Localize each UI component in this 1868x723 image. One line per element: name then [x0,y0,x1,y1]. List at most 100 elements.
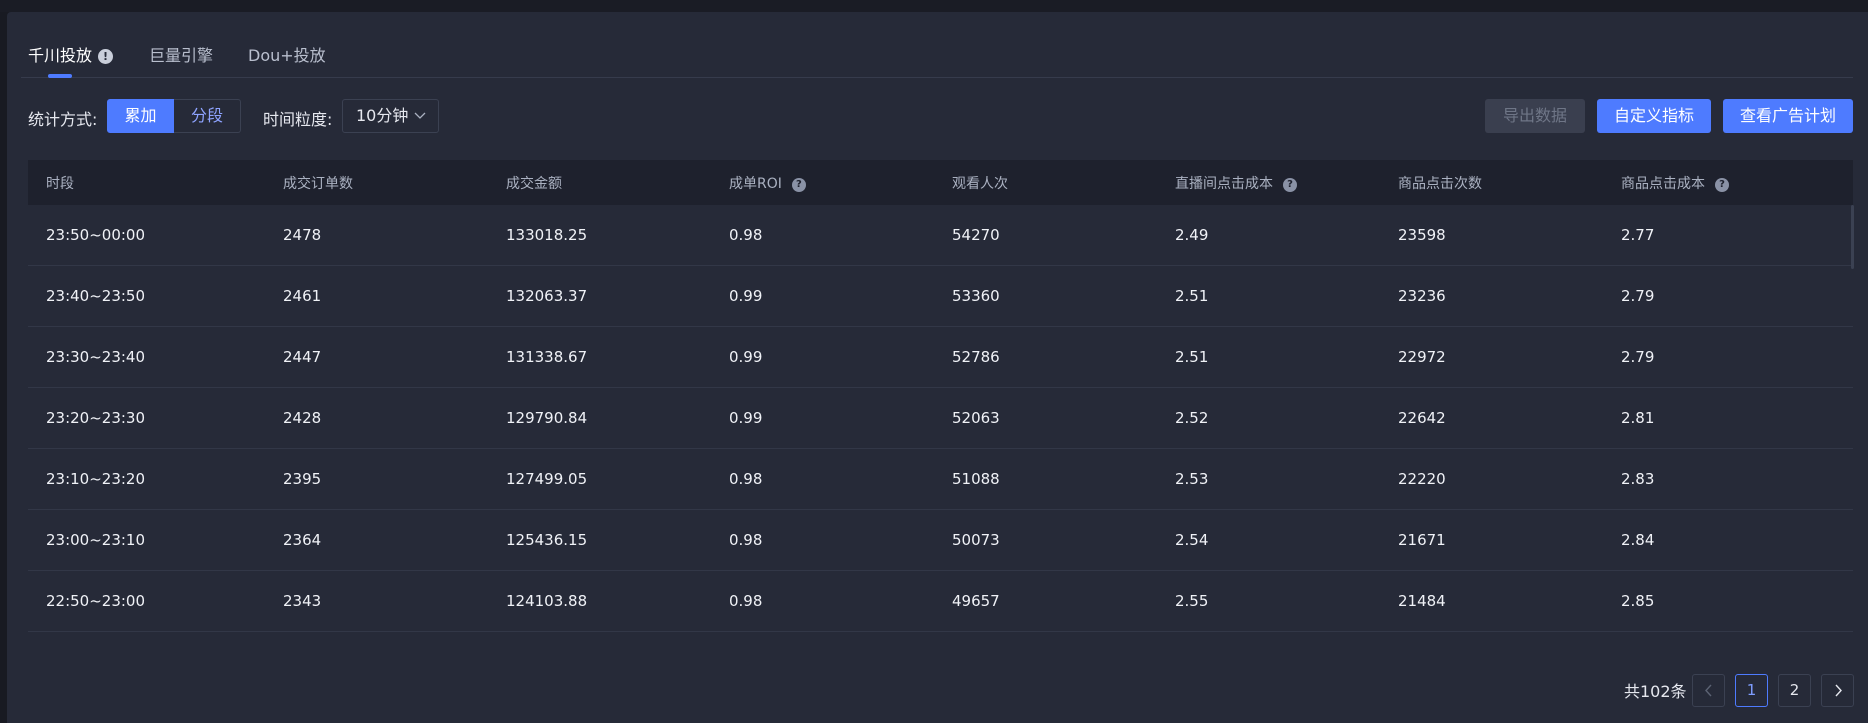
table-cell: 0.98 [729,226,763,244]
table-cell: 52063 [952,409,1000,427]
table-cell: 2395 [283,470,322,488]
table-cell: 2.49 [1175,226,1209,244]
chevron-down-icon [414,100,426,144]
table-cell: 0.99 [729,348,763,366]
table-cell: 53360 [952,287,1000,305]
stat-mode-switch: 累加 分段 [107,99,241,133]
table-cell: 23:00~23:10 [46,531,146,549]
table-cell: 2.55 [1175,592,1209,610]
column-header: 商品点击次数 [1398,175,1482,192]
table-cell: 23:20~23:30 [46,409,146,427]
table-row: 22:50~23:00 2343 124103.88 0.98 49657 2.55 214… [28,571,1853,632]
help-icon[interactable]: ? [791,177,806,192]
table-cell: 50073 [952,531,1000,549]
table-cell: 23:10~23:20 [46,470,146,488]
table-row: 23:20~23:30 2428 129790.84 0.99 52063 2.52 226… [28,388,1853,449]
table-cell: 49657 [952,592,1000,610]
export-data-button[interactable]: 导出数据 [1485,99,1585,133]
tab-label: 巨量引擎 [149,46,214,65]
table-cell: 133018.25 [506,226,588,244]
table-cell: 54270 [952,226,1000,244]
tab-label: 千川投放 [28,46,93,65]
next-page-button[interactable] [1821,674,1854,707]
table-cell: 2.51 [1175,287,1209,305]
column-header: 观看人次 [952,175,1008,192]
tab-bar: 千川投放! 巨量引擎 Dou+投放 [21,30,1853,78]
table-cell: 127499.05 [506,470,588,488]
table-cell: 2364 [283,531,322,549]
column-header: 商品点击成本? [1621,173,1851,193]
table-cell: 125436.15 [506,531,588,549]
view-ad-plan-button[interactable]: 查看广告计划 [1723,99,1853,133]
table-cell: 22972 [1398,348,1446,366]
custom-metrics-button[interactable]: 自定义指标 [1597,99,1711,133]
table-cell: 21484 [1398,592,1446,610]
table-scrollbar[interactable] [1851,205,1854,269]
info-icon[interactable]: ! [98,49,114,64]
table-cell: 23:40~23:50 [46,287,146,305]
table-cell: 22642 [1398,409,1446,427]
table-cell: 2.77 [1621,226,1655,244]
table-cell: 2428 [283,409,322,427]
column-header: 时段 [46,175,74,192]
table-cell: 23:50~00:00 [46,226,146,244]
table-cell: 0.98 [729,592,763,610]
table-cell: 2.53 [1175,470,1209,488]
chevron-left-icon [1704,684,1712,697]
table-cell: 22:50~23:00 [46,592,146,610]
column-header: 成交订单数 [283,175,353,192]
column-header: 成单ROI? [729,173,952,193]
stat-mode-cumulative-button[interactable]: 累加 [107,99,174,133]
table-row: 23:00~23:10 2364 125436.15 0.98 50073 2.54 216… [28,510,1853,571]
table-cell: 2.51 [1175,348,1209,366]
total-count: 共102条 [1624,682,1687,701]
granularity-select[interactable]: 10分钟 [342,99,439,133]
prev-page-button[interactable] [1692,674,1725,707]
table-cell: 0.98 [729,531,763,549]
table-cell: 2.79 [1621,287,1655,305]
table-cell: 2.52 [1175,409,1209,427]
stat-mode-segment-button[interactable]: 分段 [174,99,241,133]
table-cell: 21671 [1398,531,1446,549]
table-cell: 0.99 [729,287,763,305]
table-cell: 132063.37 [506,287,588,305]
tab-label: Dou+投放 [248,46,326,65]
tab-juliang[interactable]: 巨量引擎 [149,42,213,66]
table-header: 时段 成交订单数 成交金额 成单ROI? 观看人次 直播间点击成本? 商品点击次… [28,160,1853,205]
page-1-button[interactable]: 1 [1735,674,1768,707]
tab-qianchuan[interactable]: 千川投放! [28,42,114,66]
table-cell: 2.85 [1621,592,1655,610]
help-icon[interactable]: ? [1715,177,1729,192]
stat-mode-label: 统计方式: [28,110,98,129]
table-cell: 23:30~23:40 [46,348,146,366]
table-body: 23:50~00:00 2478 133018.25 0.98 54270 2.49 235… [28,205,1853,632]
table-cell: 129790.84 [506,409,588,427]
table-cell: 0.98 [729,470,763,488]
tab-dou[interactable]: Dou+投放 [248,42,326,66]
help-icon[interactable]: ? [1283,177,1297,192]
table-cell: 2343 [283,592,322,610]
table-cell: 23236 [1398,287,1446,305]
table-cell: 2.79 [1621,348,1655,366]
chevron-right-icon [1834,684,1842,697]
column-header: 成交金额 [506,175,562,192]
granularity-label: 时间粒度: [263,110,333,129]
table-cell: 2.54 [1175,531,1209,549]
table-cell: 2447 [283,348,322,366]
table-row: 23:40~23:50 2461 132063.37 0.99 53360 2.51 232… [28,266,1853,327]
data-table: 时段 成交订单数 成交金额 成单ROI? 观看人次 直播间点击成本? 商品点击次… [28,160,1853,632]
granularity-value: 10分钟 [356,106,409,125]
table-row: 23:30~23:40 2447 131338.67 0.99 52786 2.51 229… [28,327,1853,388]
active-tab-indicator [48,74,72,78]
table-row: 23:10~23:20 2395 127499.05 0.98 51088 2.53 222… [28,449,1853,510]
table-cell: 131338.67 [506,348,588,366]
top-strip [0,0,1868,12]
table-cell: 22220 [1398,470,1446,488]
table-cell: 124103.88 [506,592,588,610]
table-cell: 2461 [283,287,322,305]
table-cell: 2478 [283,226,322,244]
table-row: 23:50~00:00 2478 133018.25 0.98 54270 2.49 235… [28,205,1853,266]
page-2-button[interactable]: 2 [1778,674,1811,707]
table-cell: 23598 [1398,226,1446,244]
table-cell: 2.83 [1621,470,1655,488]
